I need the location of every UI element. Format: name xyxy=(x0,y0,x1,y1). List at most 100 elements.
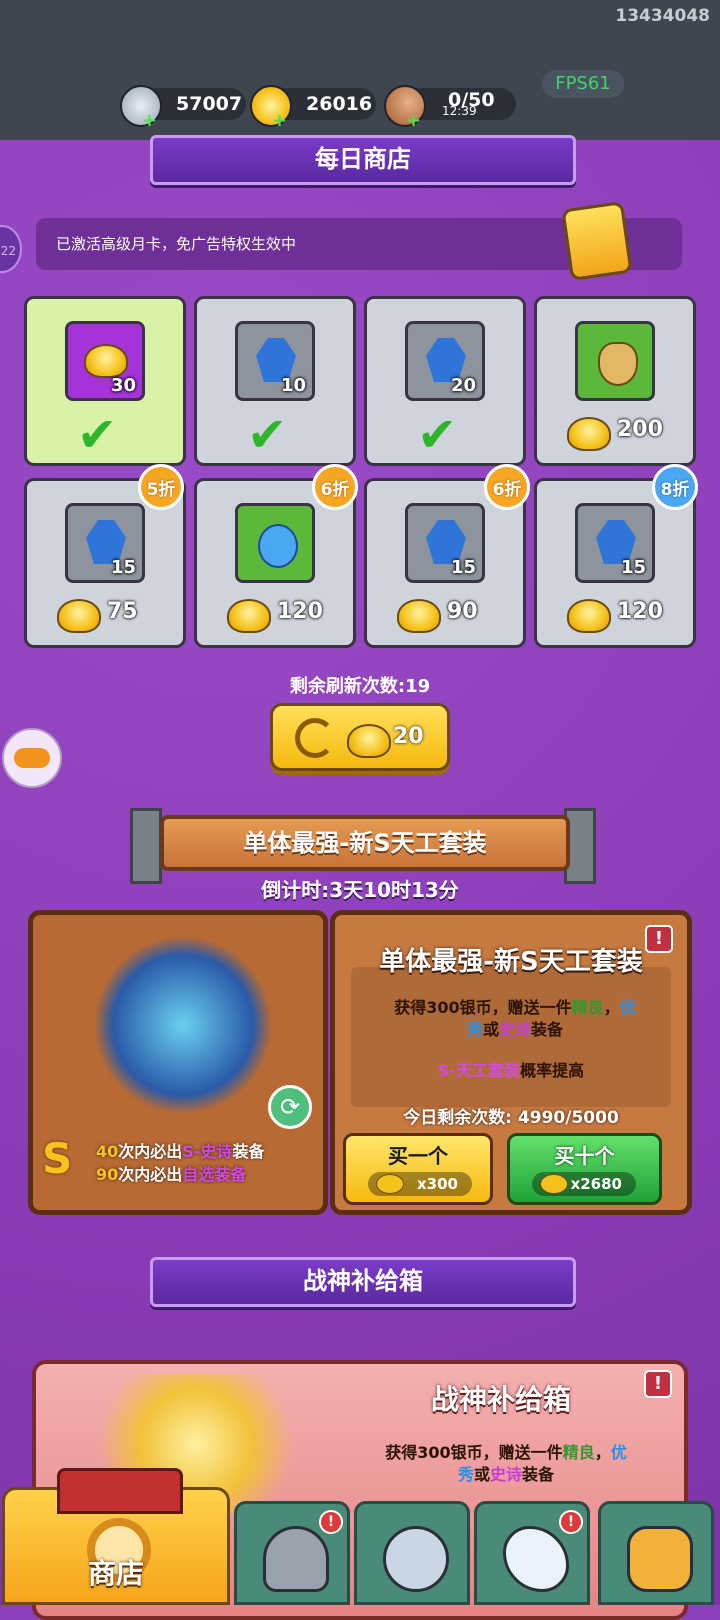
item-price: 200 xyxy=(567,411,677,455)
bottom-navigation: 商店 ! ! xyxy=(0,1468,720,1605)
tab-shop-label: 商店 xyxy=(87,1557,144,1590)
item-price: 120 xyxy=(227,593,337,637)
supply-description: 获得300银币，赠送一件精良，优 秀或史诗装备 xyxy=(385,1443,627,1484)
item-price: 75 xyxy=(57,593,167,637)
refresh-button[interactable]: 20 xyxy=(270,703,450,771)
gold-ingot-icon: 30 xyxy=(65,321,145,401)
gold-ingot-icon xyxy=(540,1174,568,1194)
pillar-left xyxy=(130,808,162,884)
item-qty: 20 xyxy=(450,375,476,396)
wing-icon xyxy=(503,1526,569,1592)
checkmark-icon: ✔ xyxy=(417,407,458,463)
add-silver-icon[interactable]: + xyxy=(142,112,157,130)
discount-badge: 5折 xyxy=(138,464,184,510)
gold-ingot-icon xyxy=(347,724,391,758)
helmet-icon xyxy=(263,1526,329,1592)
discount-badge: 8折 xyxy=(652,464,698,510)
add-gold-icon[interactable]: + xyxy=(272,112,287,130)
tab-equipment[interactable]: ! xyxy=(234,1501,350,1605)
featured-description: 获得300银币，赠送一件精良，优 秀或史诗装备 xyxy=(394,998,636,1039)
guarantee-info: 40次内必出S-史诗装备 90次内必出自选装备 xyxy=(96,1140,264,1186)
blue-gem-icon: 20 xyxy=(405,321,485,401)
remaining-count: 今日剩余次数: 4990/5000 xyxy=(403,1108,619,1128)
gold-ingot-icon xyxy=(57,599,101,633)
item-qty: 15 xyxy=(110,557,136,578)
checkmark-icon: ✔ xyxy=(247,407,288,463)
item-qty: 15 xyxy=(450,557,476,578)
discount-badge: 6折 xyxy=(312,464,358,510)
buy-ten-label: 买十个 xyxy=(554,1144,615,1168)
buy-one-button[interactable]: 买一个 x300 xyxy=(343,1133,493,1205)
supply-title: 战神补给箱 xyxy=(430,1383,571,1416)
shop-item-3[interactable]: 20 ✔ xyxy=(364,296,526,466)
gold-ingot-icon xyxy=(227,599,271,633)
add-stamina-icon[interactable]: + xyxy=(406,112,421,130)
gold-ingot-icon xyxy=(376,1174,404,1194)
top-status-bar: 13434048 FPS61 57007 + 26016 + 0/50 12:3… xyxy=(0,0,720,143)
refresh-cost: 20 xyxy=(393,724,424,749)
guarantee-line-2: 90次内必出自选装备 xyxy=(96,1165,247,1184)
fps-counter: FPS61 xyxy=(542,70,624,98)
armor-gem-icon: 15 xyxy=(65,503,145,583)
swap-icon[interactable]: ⟳ xyxy=(268,1085,312,1129)
price-value: 120 xyxy=(617,599,663,624)
price-value: 200 xyxy=(617,417,663,442)
tab-upgrade[interactable] xyxy=(598,1501,714,1605)
equipment-alert-icon: ! xyxy=(319,1510,343,1534)
crossed-swords-icon xyxy=(383,1526,449,1592)
countdown-timer: 倒计时:3天10时13分 xyxy=(261,878,459,902)
stamina-counter[interactable]: 0/50 12:39 + xyxy=(384,85,516,130)
tab-battle[interactable] xyxy=(354,1501,470,1605)
price-value: 90 xyxy=(447,599,478,624)
monthly-card-icon[interactable] xyxy=(561,201,633,281)
pets-alert-icon: ! xyxy=(559,1510,583,1534)
amulet-shape xyxy=(598,342,638,386)
gold-value: 26016 xyxy=(306,93,373,115)
fist-upgrade-icon xyxy=(627,1526,693,1592)
featured-title: 单体最强-新S天工套装 xyxy=(379,947,643,977)
shop-item-2[interactable]: 10 ✔ xyxy=(194,296,356,466)
shop-item-1[interactable]: 30 ✔ xyxy=(24,296,186,466)
amulet-icon xyxy=(575,321,655,401)
s-rank-icon: S xyxy=(42,1134,73,1183)
silver-counter[interactable]: 57007 + xyxy=(120,85,246,130)
tab-pets[interactable]: ! xyxy=(474,1501,590,1605)
daily-shop-banner: 每日商店 xyxy=(150,135,576,185)
sword-gem-icon: 15 xyxy=(405,503,485,583)
guarantee-line-1: 40次内必出S-史诗装备 xyxy=(96,1142,265,1161)
blue-gem-icon: 10 xyxy=(235,321,315,401)
item-qty: 15 xyxy=(620,557,646,578)
featured-info-panel: ! 单体最强-新S天工套装 获得300银币，赠送一件精良，优 秀或史诗装备 S-… xyxy=(330,910,692,1215)
gamepad-icon[interactable] xyxy=(2,728,62,788)
checkmark-icon: ✔ xyxy=(77,407,118,463)
boots-item-icon[interactable] xyxy=(93,935,273,1115)
item-price: 120 xyxy=(567,593,677,637)
build-id: 13434048 xyxy=(615,6,710,26)
stamina-timer: 12:39 xyxy=(442,104,477,118)
refresh-icon xyxy=(295,718,335,758)
gold-ingot-icon xyxy=(397,599,441,633)
shop-item-4[interactable]: 200 xyxy=(534,296,696,466)
item-price: 90 xyxy=(397,593,507,637)
buy-ten-button[interactable]: 买十个 x2680 xyxy=(507,1133,662,1205)
gold-counter[interactable]: 26016 + xyxy=(250,85,376,130)
item-qty: 30 xyxy=(110,375,136,396)
gold-ingot-icon xyxy=(567,599,611,633)
price-value: 120 xyxy=(277,599,323,624)
price-value: 75 xyxy=(107,599,138,624)
refresh-count: 剩余刷新次数:19 xyxy=(289,676,431,697)
buy-ten-cost: x2680 xyxy=(532,1172,636,1196)
featured-banner: 单体最强-新S天工套装 xyxy=(160,815,570,871)
gold-ingot-icon xyxy=(567,417,611,451)
buy-one-cost: x300 xyxy=(368,1172,472,1196)
item-qty: 10 xyxy=(280,375,306,396)
supply-banner: 战神补给箱 xyxy=(150,1257,576,1307)
buy-one-label: 买一个 xyxy=(388,1144,448,1168)
necklace-icon xyxy=(235,503,315,583)
gold-ingot-icon xyxy=(84,344,128,378)
tab-shop[interactable]: 商店 xyxy=(2,1468,230,1605)
rate-up-text: S-天工套装概率提高 xyxy=(437,1061,585,1080)
gamepad-shape xyxy=(14,748,50,768)
silver-value: 57007 xyxy=(176,93,243,115)
necklace-shape xyxy=(258,524,298,568)
